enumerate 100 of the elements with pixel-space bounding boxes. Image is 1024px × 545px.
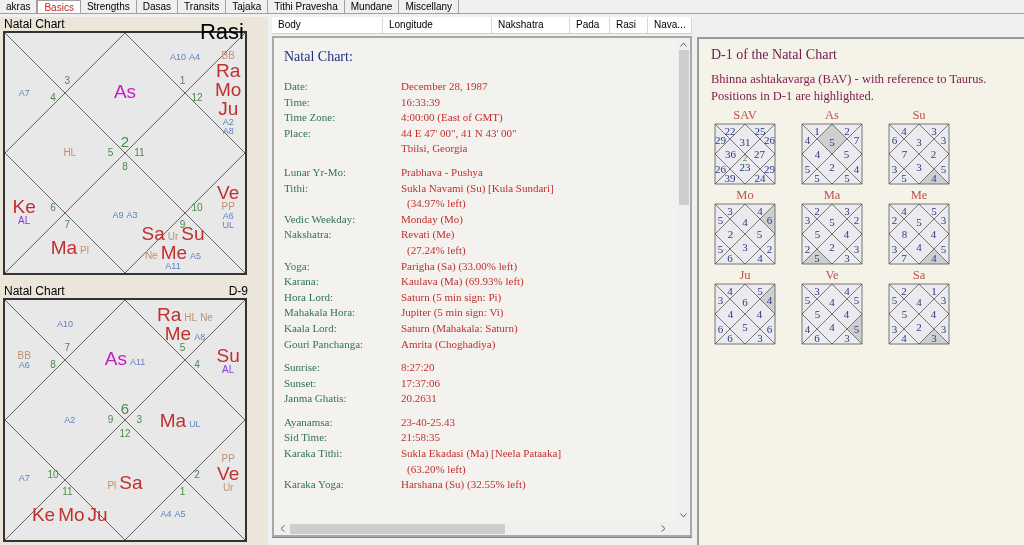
scroll-up-icon[interactable]	[680, 42, 687, 47]
point-label: Pl	[107, 480, 117, 491]
house-value: 4	[931, 252, 937, 264]
point-label: Ne	[200, 313, 213, 323]
house-value: 5	[843, 148, 850, 160]
column-header[interactable]: Longitude	[383, 17, 492, 33]
planet-label: Ve	[217, 182, 240, 202]
house-value: 4	[757, 205, 763, 218]
house-value: 4	[916, 296, 922, 308]
field-value: Sukla Navami (Su) [Kula Sundari]	[401, 180, 554, 196]
chart-label: Ju	[739, 267, 751, 283]
horizontal-scrollbar[interactable]	[274, 522, 690, 535]
house-value: 5	[717, 243, 724, 255]
house-value: 4	[829, 296, 835, 308]
chart-lines	[714, 123, 776, 185]
house-value: 4	[931, 172, 937, 184]
point-label: AL	[18, 215, 31, 226]
planet-label: Mo	[58, 504, 85, 524]
vertical-scrollbar[interactable]	[677, 38, 690, 522]
house-value: 2	[766, 243, 773, 255]
chart-label: Sa	[912, 267, 926, 283]
house-value: 3	[853, 243, 860, 255]
house-value: 22	[724, 125, 736, 138]
house-value: 4	[930, 228, 937, 240]
house-value: 5	[940, 243, 947, 255]
field-label: Vedic Weekday:	[284, 211, 357, 227]
sign-number: 2	[742, 153, 748, 163]
point-label: Ur	[167, 231, 179, 242]
scrollbar-thumb[interactable]	[678, 50, 689, 205]
sign-number: 2	[194, 470, 200, 481]
sign-number: 9	[107, 415, 114, 425]
house-value: 3	[727, 205, 733, 218]
house-value: 4	[930, 308, 937, 320]
field-value: (27.24% left)	[406, 242, 466, 258]
house-value: 4	[843, 228, 850, 240]
house-value: 3	[891, 243, 898, 255]
house-value: 23	[739, 161, 751, 174]
point-label: A2	[64, 415, 76, 425]
sign-number: 11	[134, 148, 145, 158]
house-value: 3	[940, 294, 947, 307]
field-label: Karana:	[284, 274, 320, 290]
point-label: A6	[18, 360, 30, 370]
planet-label: Me	[164, 324, 192, 343]
house-value: 3	[916, 161, 922, 174]
house-value: 3	[844, 205, 850, 218]
house-value: 4	[844, 285, 850, 298]
point-label: A11	[165, 261, 181, 271]
section-title: D-1 of the Natal Chart	[711, 46, 838, 64]
house-value: 5	[814, 308, 821, 320]
chart-division: D-9	[228, 284, 248, 298]
planet-label: Ju	[218, 98, 239, 118]
sign-number: 3	[136, 415, 143, 425]
house-value: 2	[829, 161, 835, 174]
field-value: Saturn (5 min sign: Pi)	[401, 289, 502, 305]
planet-label: Ma	[159, 410, 187, 430]
house-value: 3	[940, 214, 947, 227]
column-header[interactable]: Body	[272, 17, 383, 33]
field-label: Sid Time:	[284, 430, 329, 446]
field-label: Janma Ghatis:	[284, 391, 348, 407]
field-label: Karaka Yoga:	[284, 477, 345, 493]
sign-number: 10	[191, 203, 203, 214]
scroll-right-icon[interactable]	[661, 525, 666, 532]
house-value: 3	[916, 136, 922, 148]
point-label: A9	[112, 210, 124, 220]
house-value: 4	[804, 323, 811, 335]
planet-label: Su	[216, 345, 240, 365]
field-value: Parigha (Sa) (33.00% left)	[401, 258, 518, 274]
house-value: 2	[916, 321, 922, 334]
field-label: Karaka Tithi:	[284, 446, 344, 462]
house-value: 6	[766, 214, 773, 227]
column-header[interactable]: Nakshatra	[492, 17, 570, 33]
sign-number: 8	[50, 359, 56, 370]
tab[interactable]: Basics	[37, 0, 81, 13]
point-label: Ur	[222, 482, 234, 493]
column-header[interactable]: Pada	[570, 17, 610, 33]
sign-number: 1	[179, 76, 186, 86]
chart-label: Mo	[736, 187, 754, 203]
scroll-left-icon[interactable]	[280, 525, 285, 532]
field-value: Harshana (Su) (32.55% left)	[401, 477, 526, 493]
point-label: UL	[222, 220, 234, 230]
chart-label: Su	[912, 107, 926, 123]
point-label: BB	[17, 350, 31, 361]
house-value: 2	[727, 228, 734, 240]
house-value: 6	[717, 323, 724, 335]
field-label: Place:	[284, 125, 312, 141]
field-label: Kaala Lord:	[284, 320, 338, 336]
scroll-down-icon[interactable]	[680, 513, 687, 518]
house-value: 4	[901, 332, 907, 344]
scrollbar-thumb[interactable]	[290, 523, 505, 534]
sign-number: 7	[64, 343, 71, 353]
point-label: A4	[189, 52, 200, 62]
sign-number: 10	[47, 470, 59, 481]
chart-lines	[714, 283, 776, 345]
column-header[interactable]: Rasi	[610, 17, 648, 33]
house-value: 3	[717, 294, 724, 307]
field-label: Nakshatra:	[284, 227, 333, 243]
house-value: 5	[717, 214, 724, 227]
sign-number: 3	[64, 76, 71, 86]
house-value: 5	[853, 294, 860, 307]
house-value: 4	[804, 134, 811, 147]
